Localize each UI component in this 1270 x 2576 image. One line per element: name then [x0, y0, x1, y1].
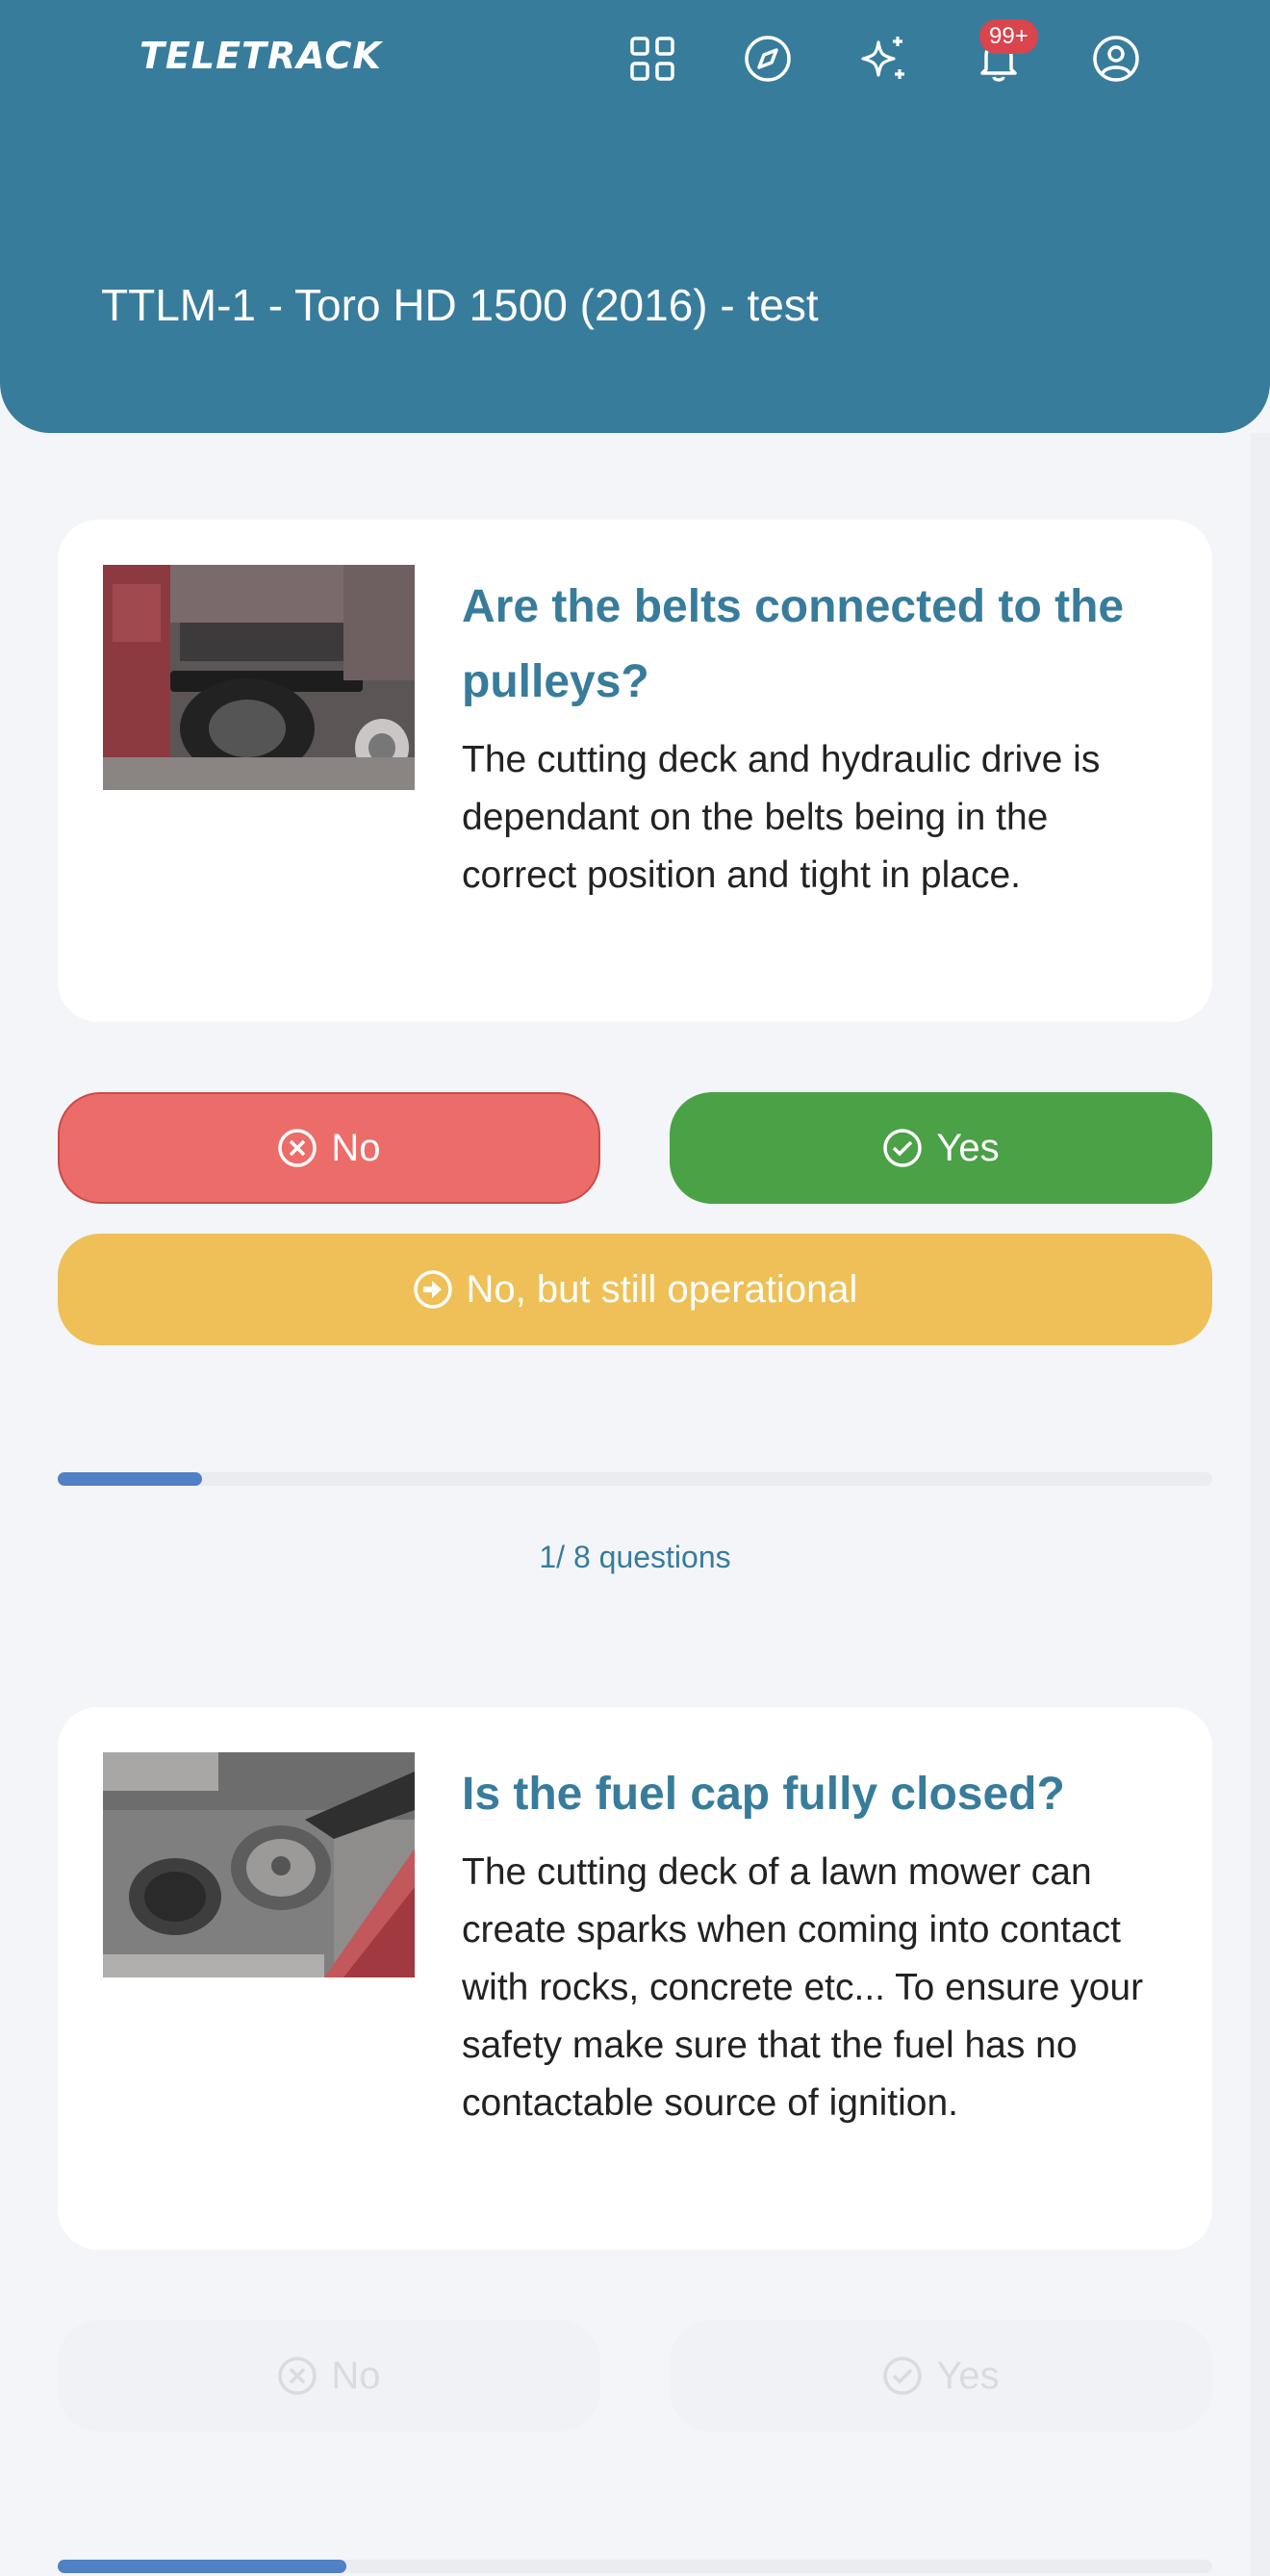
no-but-operational-label: No, but still operational: [466, 1267, 858, 1311]
apps-grid-icon[interactable]: [626, 33, 678, 85]
question-card: Are the belts connected to the pulleys? …: [58, 520, 1212, 1022]
question-title: Are the belts connected to the pulleys?: [462, 581, 1125, 707]
fuel-cap-photo: [103, 1752, 415, 1977]
progress-bar: [58, 2560, 1212, 2573]
progress-bar-fill: [58, 1472, 202, 1486]
teletrack-logo[interactable]: TELETRACK: [140, 35, 382, 77]
question-text: Are the belts connected to the pulleys? …: [462, 570, 1155, 905]
progress-bar-fill: [58, 2560, 346, 2573]
question-text: Is the fuel cap fully closed? The cuttin…: [462, 1757, 1155, 2132]
question-description: The cutting deck of a lawn mower can cre…: [462, 1851, 1144, 2124]
check-circle-icon: [883, 1129, 923, 1167]
progress-label: 1/ 8 questions: [539, 1540, 731, 1574]
no-button[interactable]: No: [58, 1092, 600, 1204]
user-circle-icon[interactable]: [1090, 33, 1142, 85]
question-title: Is the fuel cap fully closed?: [462, 1769, 1065, 1820]
no-button-label: No: [331, 1126, 381, 1169]
app-header: TELETRACK 99+ TTLM-1 - Toro HD 1500 (201…: [0, 0, 1270, 433]
mower-belt-photo: [103, 565, 415, 790]
question-card: Is the fuel cap fully closed? The cuttin…: [58, 1707, 1212, 2250]
no-button-label: No: [331, 2354, 381, 2397]
compass-icon[interactable]: [742, 33, 794, 85]
scrollbar[interactable]: [1251, 433, 1270, 2576]
no-button[interactable]: No: [58, 2320, 600, 2432]
yes-button-label: Yes: [936, 2354, 1000, 2397]
x-circle-icon: [278, 1129, 318, 1167]
yes-button[interactable]: Yes: [670, 2320, 1212, 2432]
page-title: TTLM-1 - Toro HD 1500 (2016) - test: [101, 280, 819, 330]
x-circle-icon: [278, 2357, 318, 2395]
yes-button-label: Yes: [936, 1126, 1000, 1169]
notification-badge: 99+: [979, 19, 1038, 54]
arrow-right-circle-icon: [413, 1270, 452, 1309]
progress-bar: [58, 1472, 1212, 1486]
sparkles-icon[interactable]: [857, 33, 909, 85]
yes-button[interactable]: Yes: [670, 1092, 1212, 1204]
no-but-operational-button[interactable]: No, but still operational: [58, 1234, 1212, 1345]
check-circle-icon: [883, 2357, 923, 2395]
question-description: The cutting deck and hydraulic drive is …: [462, 739, 1101, 896]
